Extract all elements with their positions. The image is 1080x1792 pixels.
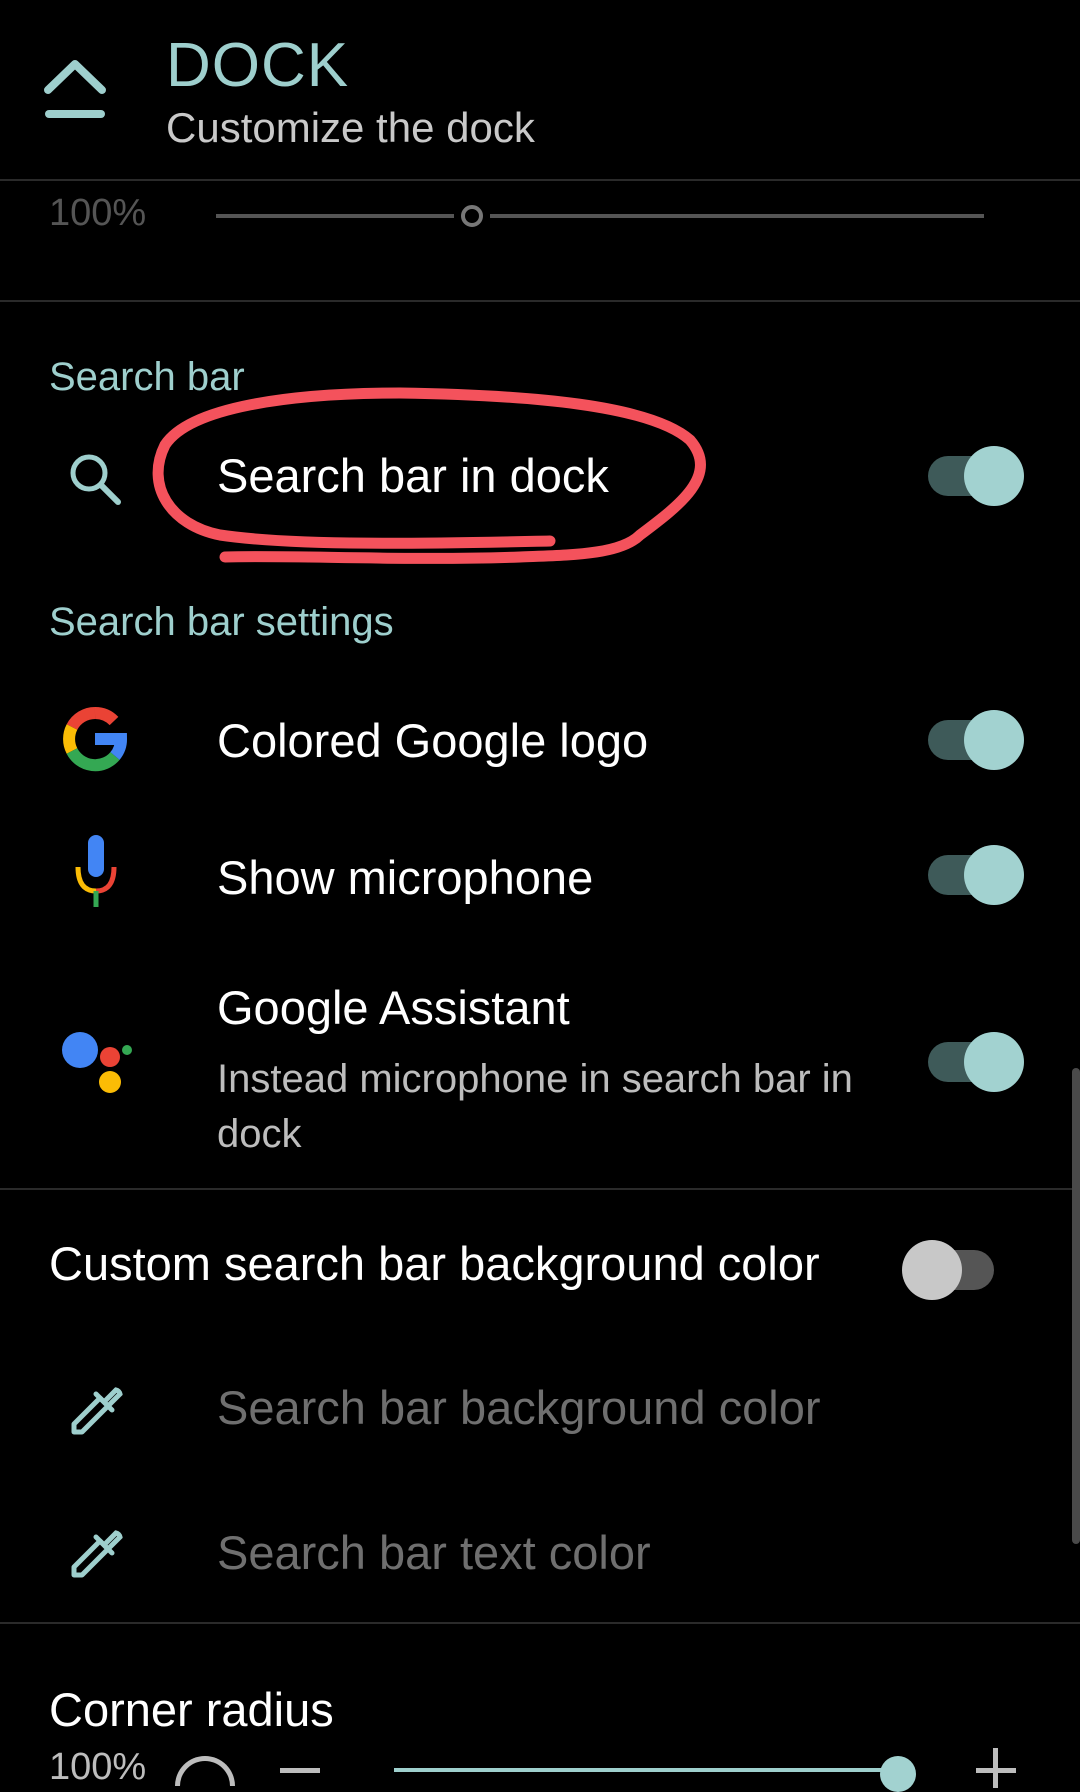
decrease-icon[interactable] bbox=[280, 1768, 320, 1773]
show-microphone-toggle[interactable] bbox=[924, 845, 1024, 905]
back-button[interactable] bbox=[36, 48, 120, 128]
scrollbar[interactable] bbox=[1072, 1068, 1080, 1544]
google-assistant-row[interactable]: Google Assistant Instead microphone in s… bbox=[0, 970, 1080, 1156]
google-assistant-subtitle: Instead microphone in search bar in dock bbox=[217, 1057, 853, 1156]
toggle-thumb bbox=[964, 710, 1024, 770]
section-title-search-bar-settings: Search bar settings bbox=[49, 600, 394, 644]
top-slider-track-right[interactable] bbox=[490, 214, 984, 218]
page-title: DOCK bbox=[166, 31, 350, 100]
google-assistant-icon bbox=[62, 1032, 132, 1093]
toggle-thumb bbox=[964, 446, 1024, 506]
increase-icon[interactable] bbox=[976, 1748, 1016, 1788]
search-bar-in-dock-toggle[interactable] bbox=[924, 446, 1024, 506]
header-divider bbox=[0, 179, 1080, 181]
custom-bg-color-label: Custom search bar background color bbox=[49, 1237, 820, 1290]
custom-bg-color-row[interactable]: Custom search bar background color bbox=[0, 1222, 1080, 1322]
slider-divider bbox=[0, 300, 1080, 302]
google-assistant-label: Google Assistant bbox=[217, 981, 570, 1034]
toggle-thumb bbox=[902, 1240, 962, 1300]
eyedropper-icon bbox=[71, 1387, 123, 1435]
google-logo-icon bbox=[63, 707, 127, 772]
search-bar-text-color-label: Search bar text color bbox=[217, 1526, 651, 1579]
color-divider bbox=[0, 1622, 1080, 1624]
microphone-icon bbox=[75, 835, 117, 907]
collapse-up-icon bbox=[44, 60, 106, 118]
top-slider-thumb[interactable] bbox=[461, 205, 483, 227]
search-bar-text-color-row[interactable]: Search bar text color bbox=[0, 1505, 1080, 1615]
google-assistant-toggle[interactable] bbox=[924, 1032, 1024, 1092]
reset-icon[interactable] bbox=[175, 1756, 235, 1786]
page-subtitle: Customize the dock bbox=[166, 104, 535, 151]
settings-divider bbox=[0, 1188, 1080, 1190]
toggle-thumb bbox=[964, 845, 1024, 905]
search-bar-bg-color-label: Search bar background color bbox=[217, 1381, 821, 1434]
corner-radius-value: 100% bbox=[49, 1746, 147, 1788]
corner-radius-thumb[interactable] bbox=[880, 1756, 916, 1792]
top-slider-value: 100% bbox=[49, 192, 147, 234]
colored-google-logo-label: Colored Google logo bbox=[217, 714, 649, 767]
colored-google-logo-toggle[interactable] bbox=[924, 710, 1024, 770]
eyedropper-icon bbox=[71, 1530, 123, 1578]
corner-radius-label: Corner radius bbox=[49, 1683, 334, 1736]
search-icon bbox=[70, 454, 121, 505]
search-bar-bg-color-row[interactable]: Search bar background color bbox=[0, 1360, 1080, 1470]
show-microphone-row[interactable]: Show microphone bbox=[0, 820, 1080, 940]
highlight-annotation bbox=[152, 387, 706, 564]
custom-bg-color-toggle[interactable] bbox=[902, 1240, 1002, 1300]
toggle-thumb bbox=[964, 1032, 1024, 1092]
top-slider-track-left[interactable] bbox=[216, 214, 454, 218]
corner-radius-track[interactable] bbox=[394, 1768, 894, 1772]
show-microphone-label: Show microphone bbox=[217, 851, 594, 904]
colored-google-logo-row[interactable]: Colored Google logo bbox=[0, 680, 1080, 800]
